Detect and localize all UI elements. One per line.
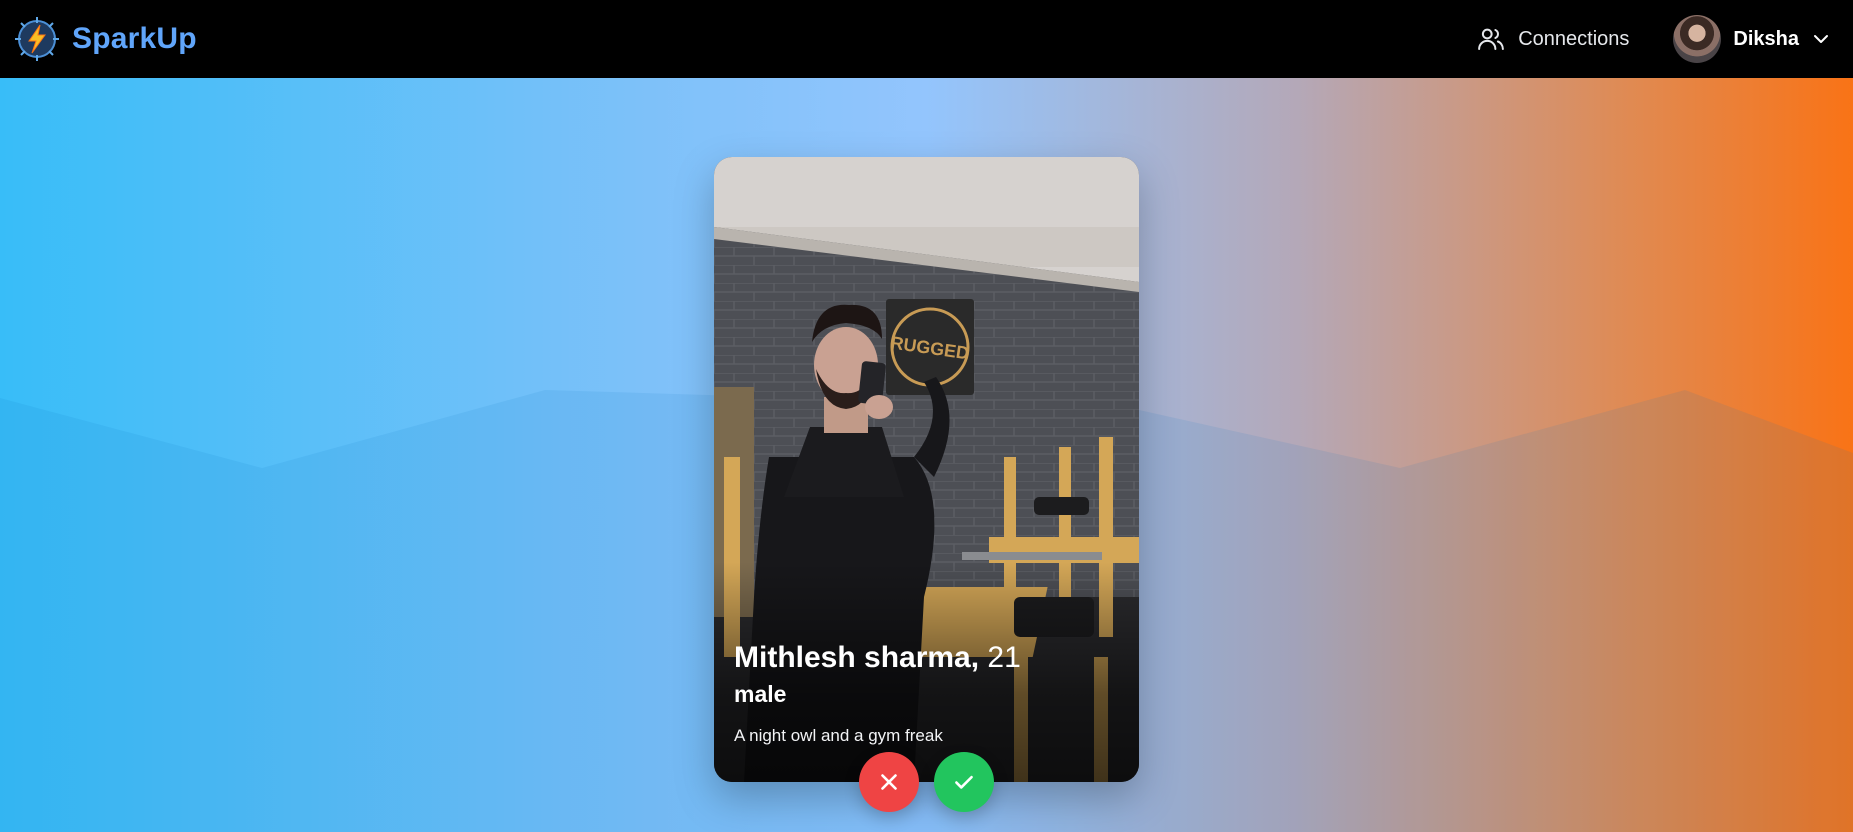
connections-label: Connections xyxy=(1518,27,1630,50)
spark-logo-icon xyxy=(15,17,59,61)
close-icon xyxy=(881,774,897,790)
profile-bio: A night owl and a gym freak xyxy=(734,726,943,745)
profile-card[interactable]: RUGGED Mithlesh sharma, 21 male A night … xyxy=(714,157,1139,782)
connections-link[interactable]: Connections xyxy=(1476,24,1629,54)
brand-name: SparkUp xyxy=(72,22,197,55)
brand-home-link[interactable]: SparkUp xyxy=(14,16,197,62)
card-actions xyxy=(859,752,994,812)
top-navbar: SparkUp Connections Diksha xyxy=(0,0,1853,78)
name-line: Mithlesh sharma, 21 xyxy=(734,641,1021,675)
user-menu-button[interactable]: Diksha xyxy=(1673,15,1831,63)
chevron-down-icon xyxy=(1811,29,1831,49)
pass-button[interactable] xyxy=(859,752,919,812)
check-icon xyxy=(955,775,973,789)
card-info: Mithlesh sharma, 21 male A night owl and… xyxy=(734,641,1021,746)
like-button[interactable] xyxy=(934,752,994,812)
nav-right: Connections Diksha xyxy=(1476,15,1831,63)
profile-gender: male xyxy=(734,681,787,707)
users-icon xyxy=(1478,28,1505,50)
user-name: Diksha xyxy=(1733,27,1799,50)
avatar xyxy=(1673,15,1722,63)
profile-name: Mithlesh sharma, xyxy=(734,641,980,674)
profile-age: 21 xyxy=(987,641,1021,674)
